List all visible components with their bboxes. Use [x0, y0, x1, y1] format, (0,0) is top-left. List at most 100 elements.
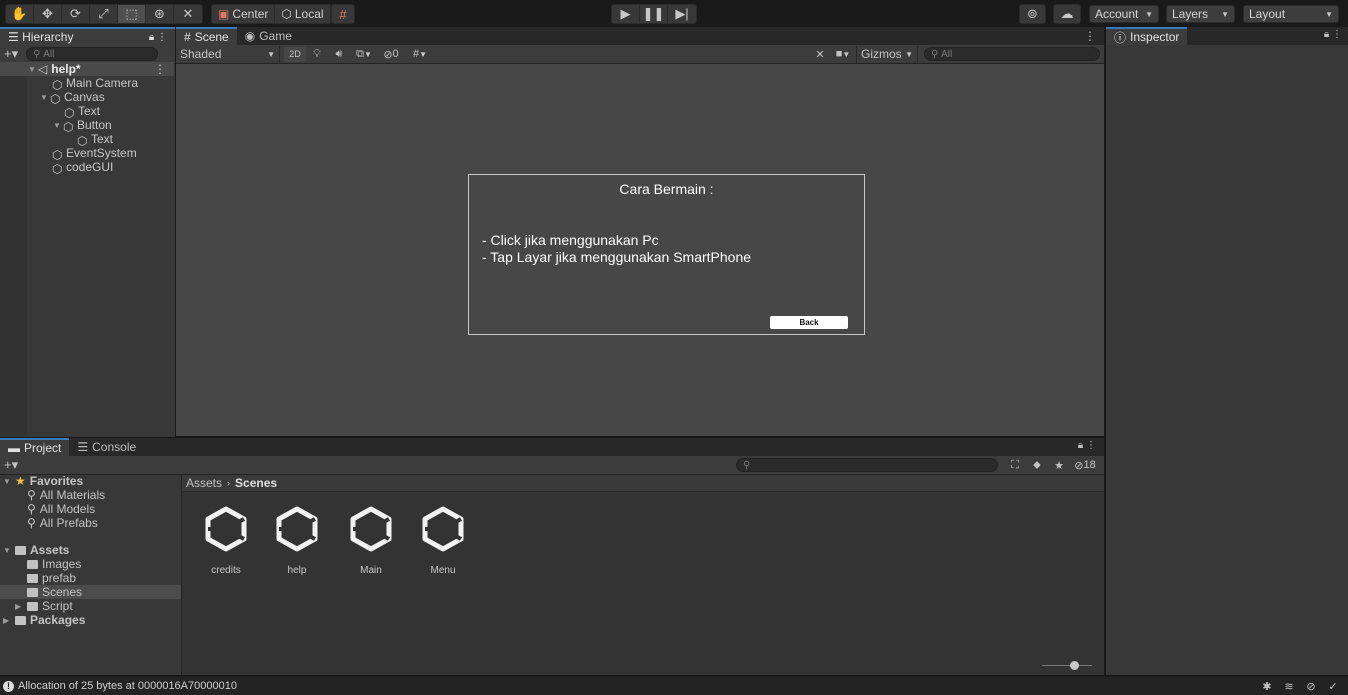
camera-icon[interactable]: ■ ▼ [830, 48, 856, 60]
layers-dropdown[interactable]: Layers ▼ [1166, 5, 1235, 23]
play-button[interactable]: ▶ [612, 5, 640, 23]
hierarchy-item[interactable]: ⬡ Main Camera [0, 76, 174, 92]
hidden-objects-toggle[interactable]: ⊘ 0 [378, 48, 404, 61]
hierarchy-search-input[interactable]: ⚲ All [26, 47, 159, 61]
cloud-icon[interactable]: ☁ [1054, 5, 1080, 23]
breadcrumb-current[interactable]: Scenes [235, 476, 277, 490]
scene-asset[interactable]: Main [341, 505, 401, 576]
project-folder-tree: ▼ ★ Favorites ⚲ All Materials ⚲ All Models ⚲… [0, 474, 181, 675]
asset-folder-label: Script [42, 599, 73, 613]
2d-toggle[interactable]: 2D [284, 46, 306, 62]
filter-type-icon[interactable]: ⛶ [1004, 459, 1026, 472]
move-tool-icon[interactable]: ✥ [34, 5, 62, 23]
tool-group: ✋ ✥ ⟳ ⤢ ⬚ ⊛ ✕ [5, 4, 203, 24]
assets-row[interactable]: ▼ Assets [0, 543, 181, 557]
hierarchy-item[interactable]: ⬡ Text [0, 132, 174, 148]
label-icon[interactable]: ⬥ [1026, 459, 1048, 472]
hidden-packages-toggle[interactable]: ⊘ 18 [1070, 459, 1100, 472]
tab-game[interactable]: ◉ Game [237, 27, 300, 45]
expand-arrow-icon[interactable]: ▼ [40, 93, 50, 102]
effects-icon[interactable]: ⧉ ▼ [350, 48, 378, 61]
hierarchy-item[interactable]: ⬡ codeGUI [0, 160, 174, 176]
favorite-item[interactable]: ⚲ All Models [0, 502, 181, 516]
scene-menu-icon[interactable]: ⋮ [154, 62, 166, 76]
lighting-icon[interactable]: 💡︎ [306, 48, 328, 61]
auto-generate-lighting-icon[interactable]: ⊘ [1300, 680, 1322, 693]
tab-scene[interactable]: # Scene [176, 27, 237, 45]
hierarchy-item[interactable]: ⬡ EventSystem [0, 146, 174, 162]
hierarchy-search-placeholder: All [43, 48, 55, 60]
step-button[interactable]: ▶| [668, 5, 696, 23]
packages-row[interactable]: ▶ Packages [0, 613, 181, 627]
transform-tool-icon[interactable]: ⊛ [146, 5, 174, 23]
scene-menu-icon[interactable]: ⋮ [1084, 29, 1096, 43]
tab-inspector[interactable]: ⓘ Inspector [1106, 27, 1188, 45]
scene-viewport[interactable]: Cara Bermain : - Click jika menggunakan … [176, 64, 1104, 436]
asset-folder-item[interactable]: Images [0, 557, 181, 571]
slider-handle[interactable] [1070, 661, 1079, 670]
asset-folder-item-selected[interactable]: Scenes [0, 585, 181, 599]
scale-tool-icon[interactable]: ⤢ [90, 5, 118, 23]
breadcrumb-root[interactable]: Assets [186, 476, 222, 490]
asset-folder-item[interactable]: ▶ Script [0, 599, 181, 613]
pivot-center-button[interactable]: ▣ Center [212, 5, 276, 23]
gizmos-dropdown[interactable]: Gizmos ▼ [856, 45, 918, 63]
custom-tool-icon[interactable]: ✕ [174, 5, 202, 23]
tools-icon[interactable]: ✕ [810, 48, 830, 61]
scene-row[interactable]: ▼ ◁ help* ⋮ [0, 62, 174, 76]
lock-icon[interactable]: 🔒︎ ⋮ [149, 32, 167, 43]
scene-search-input[interactable]: ⚲ All [924, 47, 1100, 61]
favorite-item-label: All Materials [39, 488, 106, 502]
tab-hierarchy[interactable]: ☰ Hierarchy 🔒︎ ⋮ [0, 27, 175, 45]
search-icon: ⚲ [27, 488, 36, 502]
layout-dropdown[interactable]: Layout ▼ [1243, 5, 1339, 23]
scene-asset[interactable]: Menu [413, 505, 473, 576]
audio-icon[interactable]: 🔊︎ [328, 48, 350, 61]
add-icon[interactable]: +▾ [0, 457, 18, 473]
hierarchy-item[interactable]: ⬡ Text [0, 104, 174, 120]
zoom-slider[interactable] [1042, 661, 1102, 670]
lock-icon[interactable]: 🔒︎ ⋮ [1078, 440, 1096, 451]
scene-asset[interactable]: help [267, 505, 327, 576]
folder-icon [15, 615, 26, 625]
hierarchy-item[interactable]: ▼ ⬡ Canvas [0, 90, 174, 106]
hierarchy-item-label: EventSystem [66, 146, 137, 160]
hierarchy-item[interactable]: ▼ ⬡ Button [0, 118, 174, 134]
status-message[interactable]: Allocation of 25 bytes at 0000016A700000… [18, 680, 237, 692]
scene-asset[interactable]: credits [196, 505, 256, 576]
layers-stack-icon[interactable]: ≋ [1278, 680, 1300, 693]
gameobject-cube-icon: ⬡ [50, 91, 61, 106]
expand-arrow-icon[interactable]: ▶ [15, 602, 25, 611]
scene-search-placeholder: All [941, 48, 953, 60]
favorite-item[interactable]: ⚲ All Materials [0, 488, 181, 502]
pivot-local-button[interactable]: ⬡ Local [275, 5, 331, 23]
grid-toggle[interactable]: # ▼ [404, 48, 436, 60]
debug-icon[interactable]: ✱ [1256, 680, 1278, 693]
collab-icon[interactable]: ⊚ [1020, 5, 1045, 23]
chevron-down-icon: ▼ [1221, 9, 1229, 19]
add-icon[interactable]: +▾ [0, 46, 18, 62]
progress-check-icon[interactable]: ✓ [1322, 680, 1344, 693]
back-button[interactable]: Back [770, 316, 848, 329]
inspector-tab-label: Inspector [1130, 30, 1180, 44]
hand-tool-icon[interactable]: ✋ [6, 5, 34, 23]
rect-tool-icon[interactable]: ⬚ [118, 5, 146, 23]
expand-arrow-icon[interactable]: ▼ [53, 121, 63, 130]
grid-snap-icon[interactable]: # [332, 5, 354, 23]
pause-button[interactable]: ❚❚ [640, 5, 668, 23]
shading-dropdown[interactable]: Shaded ▼ [176, 45, 280, 63]
project-search-input[interactable]: ⚲ [736, 458, 998, 472]
lock-icon[interactable]: 🔒︎ ⋮ [1324, 29, 1342, 40]
rotate-tool-icon[interactable]: ⟳ [62, 5, 90, 23]
expand-arrow-icon[interactable]: ▼ [28, 65, 38, 74]
star-icon[interactable]: ★ [1048, 459, 1070, 472]
scene-tabbar: # Scene ◉ Game ⋮ [176, 27, 1104, 45]
account-dropdown[interactable]: Account ▼ [1089, 5, 1159, 23]
gameobject-cube-icon: ⬡ [52, 147, 63, 162]
favorite-item[interactable]: ⚲ All Prefabs [0, 516, 181, 530]
favorites-row[interactable]: ▼ ★ Favorites [0, 474, 181, 488]
asset-folder-item[interactable]: prefab [0, 571, 181, 585]
unity-scene-icon [347, 505, 395, 553]
tab-console[interactable]: ☰ Console [69, 438, 144, 456]
tab-project[interactable]: ▬ Project [0, 438, 70, 456]
